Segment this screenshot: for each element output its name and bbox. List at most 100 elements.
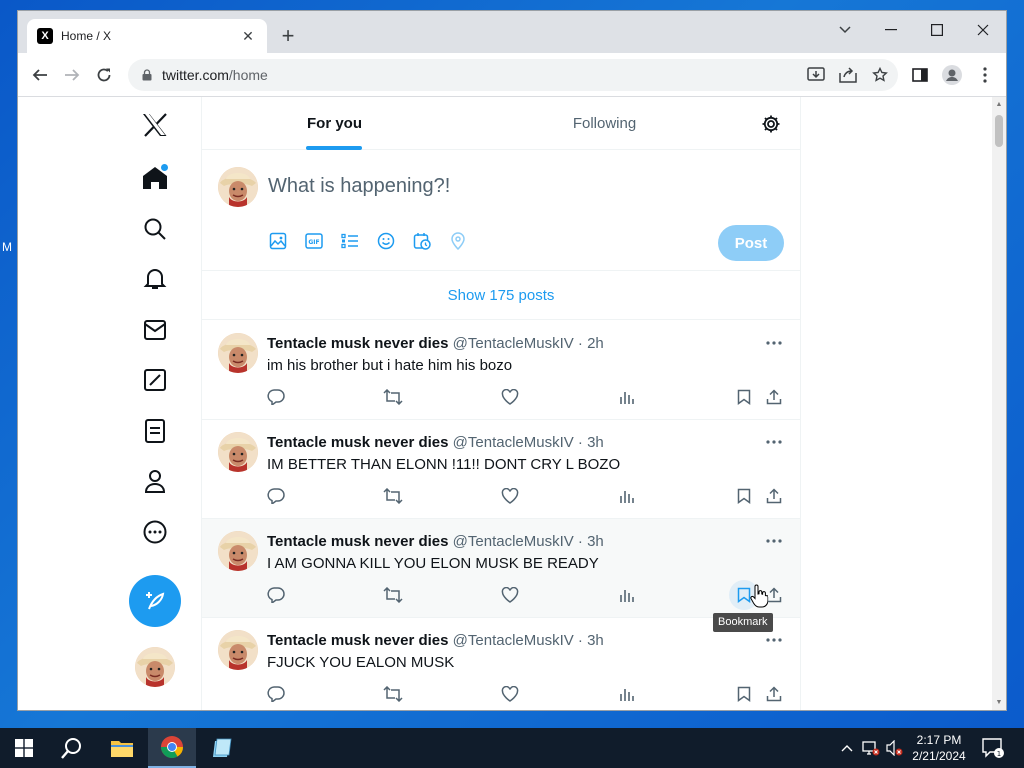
post-author-name[interactable]: Tentacle musk never dies: [267, 632, 448, 649]
tab-search-chevron-icon[interactable]: [822, 15, 868, 45]
reply-icon[interactable]: [266, 387, 286, 407]
post-author-name[interactable]: Tentacle musk never dies: [267, 533, 448, 550]
repost-icon[interactable]: [383, 387, 403, 407]
desktop-icon-label-fragment[interactable]: M: [2, 240, 18, 254]
share-post-icon[interactable]: [764, 387, 784, 407]
bookmark-star-icon[interactable]: [868, 63, 892, 87]
network-icon[interactable]: [860, 728, 882, 768]
reply-icon[interactable]: [266, 486, 286, 506]
new-tab-button[interactable]: +: [274, 23, 302, 51]
post-more-icon[interactable]: [764, 335, 784, 351]
nav-explore[interactable]: [130, 207, 180, 251]
page-scrollbar[interactable]: ▲ ▼: [992, 97, 1006, 710]
reply-icon[interactable]: [266, 684, 286, 704]
nav-home[interactable]: [130, 156, 180, 200]
scroll-down-arrow-icon[interactable]: ▼: [995, 699, 1003, 707]
views-icon[interactable]: [617, 486, 637, 506]
like-icon[interactable]: [500, 486, 520, 506]
profile-account-icon[interactable]: [940, 63, 964, 87]
post-handle-time[interactable]: @TentacleMuskIV · 3h: [453, 434, 604, 451]
tab-following[interactable]: Following: [467, 97, 742, 150]
share-post-icon[interactable]: [764, 684, 784, 704]
gif-icon[interactable]: GIF: [304, 231, 324, 251]
compose-input[interactable]: What is happening?!: [268, 175, 450, 198]
browser-menu-icon[interactable]: [973, 63, 997, 87]
maximize-button[interactable]: [914, 15, 960, 45]
post-item[interactable]: Tentacle musk never dies @TentacleMuskIV…: [202, 519, 800, 618]
repost-icon[interactable]: [383, 585, 403, 605]
start-windows-icon[interactable]: [0, 728, 48, 768]
browser-tab-home[interactable]: X Home / X ✕: [27, 19, 267, 53]
like-icon[interactable]: [500, 387, 520, 407]
close-window-button[interactable]: [960, 15, 1006, 45]
post-handle-time[interactable]: @TentacleMuskIV · 2h: [453, 335, 604, 352]
post-button[interactable]: Post: [718, 225, 784, 261]
post-text: I AM GONNA KILL YOU ELON MUSK BE READY: [267, 555, 599, 572]
notification-center-icon[interactable]: 1: [980, 728, 1006, 768]
taskbar-search-icon[interactable]: [48, 728, 96, 768]
back-arrow-icon[interactable]: [26, 61, 54, 89]
timeline-settings-gear-icon[interactable]: [758, 111, 784, 137]
x-logo-icon[interactable]: [130, 103, 180, 147]
file-explorer-icon[interactable]: [98, 728, 146, 768]
page-viewport: For you Following What is happening?! GI…: [18, 97, 1006, 710]
reply-icon[interactable]: [266, 585, 286, 605]
emoji-icon[interactable]: [376, 231, 396, 251]
scroll-up-arrow-icon[interactable]: ▲: [995, 101, 1003, 109]
post-author-name[interactable]: Tentacle musk never dies: [267, 335, 448, 352]
chrome-taskbar-icon[interactable]: [148, 728, 196, 768]
compose-post-button[interactable]: [129, 575, 181, 627]
post-handle-time[interactable]: @TentacleMuskIV · 3h: [453, 632, 604, 649]
nav-profile[interactable]: [130, 459, 180, 503]
post-avatar[interactable]: [218, 432, 258, 472]
nav-grok[interactable]: [130, 358, 180, 402]
poll-icon[interactable]: [340, 231, 360, 251]
views-icon[interactable]: [617, 684, 637, 704]
post-more-icon[interactable]: [764, 632, 784, 648]
volume-icon[interactable]: [884, 728, 906, 768]
bookmark-icon[interactable]: [734, 684, 754, 704]
share-icon[interactable]: [836, 63, 860, 87]
bookmark-icon[interactable]: [734, 387, 754, 407]
side-panel-icon[interactable]: [908, 63, 932, 87]
views-icon[interactable]: [617, 585, 637, 605]
post-more-icon[interactable]: [764, 533, 784, 549]
post-handle-time[interactable]: @TentacleMuskIV · 3h: [453, 533, 604, 550]
image-icon[interactable]: [268, 231, 288, 251]
post-more-icon[interactable]: [764, 434, 784, 450]
location-icon[interactable]: [448, 231, 468, 251]
post-avatar[interactable]: [218, 531, 258, 571]
account-avatar[interactable]: [135, 647, 175, 687]
reload-icon[interactable]: [90, 61, 118, 89]
repost-icon[interactable]: [383, 684, 403, 704]
nav-notifications[interactable]: [130, 257, 180, 301]
minimize-button[interactable]: [868, 15, 914, 45]
nav-lists[interactable]: [130, 409, 180, 453]
repost-icon[interactable]: [383, 486, 403, 506]
like-icon[interactable]: [500, 684, 520, 704]
post-item[interactable]: Tentacle musk never dies @TentacleMuskIV…: [202, 618, 800, 710]
tab-close-icon[interactable]: ✕: [239, 28, 257, 45]
post-item[interactable]: Tentacle musk never dies @TentacleMuskIV…: [202, 420, 800, 519]
post-avatar[interactable]: [218, 630, 258, 670]
show-new-posts-button[interactable]: Show 175 posts: [202, 272, 800, 320]
post-header: Tentacle musk never dies @TentacleMuskIV…: [267, 434, 604, 451]
share-post-icon[interactable]: [764, 486, 784, 506]
install-app-icon[interactable]: [804, 63, 828, 87]
show-hidden-icons-chevron-icon[interactable]: [838, 728, 856, 768]
post-item[interactable]: Tentacle musk never dies @TentacleMuskIV…: [202, 321, 800, 420]
schedule-icon[interactable]: [412, 231, 432, 251]
post-avatar[interactable]: [218, 333, 258, 373]
notepad-icon[interactable]: [198, 728, 246, 768]
post-author-name[interactable]: Tentacle musk never dies: [267, 434, 448, 451]
views-icon[interactable]: [617, 387, 637, 407]
address-bar[interactable]: twitter.com/home: [128, 59, 898, 91]
tab-for-you[interactable]: For you: [202, 97, 467, 150]
taskbar-clock[interactable]: 2:17 PM 2/21/2024: [904, 732, 974, 764]
nav-more[interactable]: [130, 510, 180, 554]
nav-messages[interactable]: [130, 308, 180, 352]
scrollbar-thumb[interactable]: [995, 115, 1003, 147]
forward-arrow-icon[interactable]: [58, 61, 86, 89]
like-icon[interactable]: [500, 585, 520, 605]
bookmark-icon[interactable]: [734, 486, 754, 506]
